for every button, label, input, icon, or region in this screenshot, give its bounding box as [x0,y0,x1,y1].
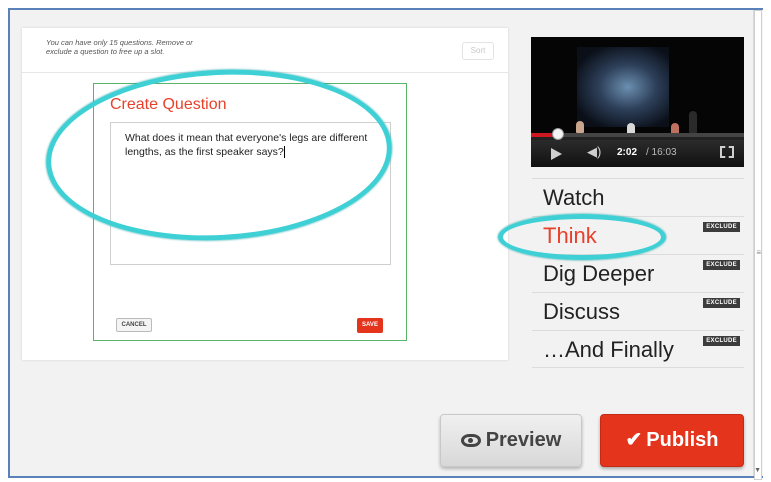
video-figure [689,111,697,133]
video-progress-knob[interactable] [552,128,565,140]
publish-label: Publish [646,429,719,451]
nav-item-watch[interactable]: Watch [532,178,744,216]
save-button[interactable]: SAVE [357,318,383,333]
video-controls: ◀) 2:02 / 16:03 [531,140,744,167]
exclude-button[interactable]: EXCLUDE [703,260,740,270]
exclude-button[interactable]: EXCLUDE [703,336,740,346]
nav-item-label: Watch [543,185,605,210]
highlight-ellipse-think [498,214,666,260]
video-figure [576,121,584,133]
scroll-down-icon[interactable]: ▼ [754,467,761,474]
nav-item-label: Discuss [543,299,621,324]
cancel-button[interactable]: CANCEL [116,318,152,332]
scroll-grip-icon: ≡ [756,248,761,257]
section-nav: Watch Think EXCLUDE Dig Deeper EXCLUDE D… [532,178,744,368]
exclude-button[interactable]: EXCLUDE [703,298,740,308]
video-player[interactable]: ◀) 2:02 / 16:03 [531,37,744,167]
video-frame [577,47,669,127]
eye-icon [460,434,481,447]
nav-item-label: Dig Deeper [543,261,655,286]
exclude-button[interactable]: EXCLUDE [703,222,740,232]
sort-button[interactable]: Sort [462,42,494,60]
fullscreen-icon[interactable] [720,146,734,158]
scrollbar-thumb[interactable] [754,10,762,480]
video-current-time: 2:02 [617,147,638,158]
video-total-time: / 16:03 [646,147,677,158]
play-icon[interactable] [551,148,562,160]
check-icon: ✔ [625,429,643,451]
nav-item-discuss[interactable]: Discuss EXCLUDE [532,292,744,330]
nav-item-label: …And Finally [543,337,674,362]
nav-item-dig-deeper[interactable]: Dig Deeper EXCLUDE [532,254,744,292]
nav-item-and-finally[interactable]: …And Finally EXCLUDE [532,330,744,368]
preview-label: Preview [485,429,562,451]
volume-icon[interactable]: ◀) [587,144,601,160]
scrollbar[interactable]: ≡ ▼ [753,10,763,480]
publish-button[interactable]: ✔ Publish [600,414,744,467]
question-limit-note: You can have only 15 questions. Remove o… [46,38,193,56]
preview-button[interactable]: Preview [440,414,582,467]
